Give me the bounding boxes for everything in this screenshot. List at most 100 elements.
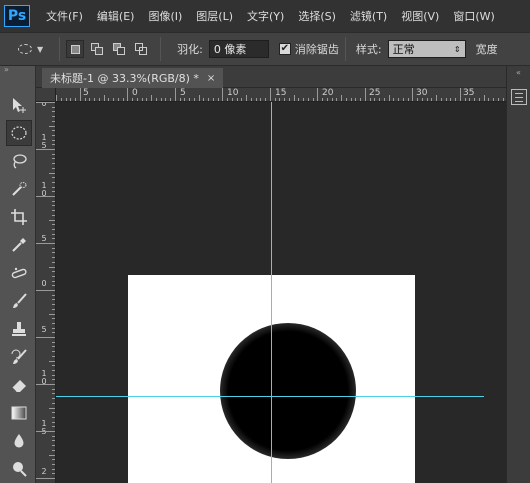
menu-filter[interactable]: 滤镜(T) [350, 8, 387, 24]
ruler-tick [293, 95, 295, 101]
document-workspace[interactable] [56, 102, 506, 483]
ruler-tick [52, 261, 55, 263]
ruler-tick [84, 98, 86, 101]
ruler-tick [52, 134, 55, 136]
ruler-tick [284, 98, 285, 101]
properties-panel-icon[interactable] [510, 89, 527, 105]
menu-type[interactable]: 文字(Y) [247, 8, 284, 24]
gradient-tool[interactable] [6, 400, 32, 426]
ruler-tick [49, 313, 55, 315]
ruler-tick [450, 98, 452, 101]
ruler-tick [217, 98, 219, 101]
ruler-tick [52, 341, 55, 343]
ruler-label: 0 [41, 279, 47, 288]
new-selection-button[interactable] [66, 40, 85, 58]
dodge-tool[interactable] [6, 456, 32, 482]
horizontal-guide[interactable] [56, 396, 484, 397]
feather-label: 羽化: [177, 43, 203, 56]
elliptical-marquee-tool[interactable] [6, 120, 32, 146]
menu-layer[interactable]: 图层(L) [196, 8, 233, 24]
lasso-tool[interactable] [6, 148, 32, 174]
ruler-tick [478, 98, 480, 101]
ruler-tick [56, 95, 57, 101]
menu-view[interactable]: 视图(V) [401, 8, 439, 24]
ruler-tick [52, 200, 55, 202]
quick-selection-icon [12, 182, 27, 196]
ruler-tick [402, 98, 404, 101]
ruler-tick [52, 257, 55, 259]
antialias-checkbox[interactable]: ✔ [278, 43, 291, 55]
horizontal-ruler[interactable]: 5 0 5 10 15 20 25 30 35 [56, 88, 506, 102]
ruler-tick [488, 98, 490, 101]
clone-stamp-tool[interactable] [6, 316, 32, 342]
brush-tool[interactable] [6, 288, 32, 314]
history-brush-tool[interactable] [6, 344, 32, 370]
ruler-tick [52, 308, 55, 310]
ruler-tick [36, 243, 55, 244]
ruler-tick [236, 98, 238, 101]
style-select[interactable]: 正常 ⇕ [387, 40, 466, 58]
ruler-origin[interactable] [36, 88, 56, 102]
ruler-tick [52, 280, 55, 282]
menu-window[interactable]: 窗口(W) [453, 8, 494, 24]
ruler-tick [198, 95, 200, 101]
ruler-tick [165, 98, 167, 101]
panel-expand-icon[interactable]: « [507, 68, 530, 77]
ruler-tick [98, 98, 100, 101]
vertical-ruler[interactable]: 0 15 10 5 0 5 10 15 2 [36, 102, 56, 483]
move-tool[interactable] [6, 92, 32, 118]
eyedropper-tool[interactable] [6, 232, 32, 258]
tool-preset-picker[interactable]: ▼ [18, 44, 43, 54]
add-to-selection-button[interactable] [88, 40, 106, 58]
history-brush-icon [11, 349, 27, 364]
ruler-tick [52, 299, 55, 301]
ruler-tick [241, 98, 243, 101]
ruler-tick [269, 88, 271, 101]
ruler-tick [52, 398, 55, 400]
intersect-selection-button[interactable] [132, 40, 150, 58]
ruler-tick [52, 421, 55, 423]
menu-select[interactable]: 选择(S) [298, 8, 336, 24]
ruler-tick [75, 98, 76, 101]
up-down-arrows-icon: ⇕ [453, 44, 461, 54]
blur-tool[interactable] [6, 428, 32, 454]
ruler-tick [136, 98, 138, 101]
ruler-tick [445, 98, 447, 101]
vertical-guide[interactable] [271, 102, 272, 483]
ruler-tick [417, 98, 418, 101]
close-icon[interactable]: × [207, 73, 215, 84]
dodge-icon [13, 462, 27, 477]
feather-input[interactable]: 0 像素 [208, 40, 269, 58]
move-icon [13, 98, 26, 113]
ruler-label: 15 [275, 88, 287, 98]
style-label: 样式: [355, 43, 382, 56]
ruler-tick [279, 98, 281, 101]
document-tab[interactable]: 未标题-1 @ 33.3%(RGB/8) * × [42, 68, 224, 88]
crop-tool[interactable] [6, 204, 32, 230]
ruler-tick [52, 463, 55, 465]
panel-collapse-icon[interactable]: » [0, 66, 35, 76]
healing-brush-tool[interactable] [6, 260, 32, 286]
menu-bar: Ps 文件(F) 编辑(E) 图像(I) 图层(L) 文字(Y) 选择(S) 滤… [0, 0, 530, 32]
ruler-tick [355, 98, 357, 101]
photoshop-logo: Ps [4, 5, 30, 27]
menu-edit[interactable]: 编辑(E) [97, 8, 135, 24]
menu-image[interactable]: 图像(I) [148, 8, 182, 24]
ruler-tick [52, 388, 55, 390]
ruler-label: 25 [369, 88, 381, 98]
ruler-tick [79, 88, 81, 101]
ruler-tick [502, 98, 504, 101]
ruler-tick [497, 98, 499, 101]
ruler-tick [255, 98, 257, 101]
ruler-label: 20 [322, 88, 334, 98]
ruler-tick [65, 98, 67, 101]
subtract-from-selection-button[interactable] [110, 40, 128, 58]
menu-file[interactable]: 文件(F) [46, 8, 83, 24]
ruler-tick [52, 473, 55, 475]
ruler-tick [193, 98, 195, 101]
quick-selection-tool[interactable] [6, 176, 32, 202]
ruler-tick [303, 98, 304, 101]
ruler-tick [231, 98, 233, 101]
ruler-tick [52, 224, 55, 226]
eraser-tool[interactable] [6, 372, 32, 398]
